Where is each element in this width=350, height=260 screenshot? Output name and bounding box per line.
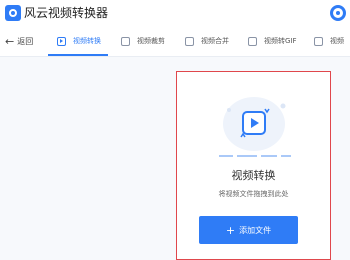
tab-label: 视频转GIF — [264, 37, 297, 45]
tab-video-gif[interactable]: 视频转GIF — [248, 33, 297, 49]
settings-circle-icon[interactable] — [330, 5, 346, 21]
tab-video-merge[interactable]: 视频合并 — [185, 33, 229, 49]
active-tab-underline — [48, 54, 108, 56]
video-converter-logo-icon — [5, 5, 21, 21]
plus-icon: + — [225, 223, 236, 237]
tab-video-crop[interactable]: 视频裁剪 — [121, 33, 165, 49]
file-drop-zone[interactable]: 视频转换 将视频文件拖拽到此处 + 添加文件 — [176, 71, 331, 260]
back-arrow-icon: ← — [5, 34, 15, 48]
video-convert-illustration-icon — [219, 97, 291, 157]
add-file-label: 添加文件 — [239, 225, 272, 235]
tab-video-image[interactable]: 视频 — [314, 33, 344, 49]
title-bar: 风云视频转换器 — [0, 0, 350, 26]
tab-label: 视频合并 — [201, 37, 229, 45]
back-label: 返回 — [17, 36, 34, 46]
app-title: 风云视频转换器 — [24, 6, 109, 20]
video-convert-icon — [57, 36, 66, 46]
video-gif-icon — [248, 36, 257, 46]
tab-label: 视频 — [330, 37, 344, 45]
tab-label: 视频转换 — [73, 37, 101, 45]
video-crop-icon — [121, 36, 130, 46]
back-button[interactable]: ← 返回 — [5, 33, 33, 49]
tab-label: 视频裁剪 — [137, 37, 165, 45]
add-file-button[interactable]: + 添加文件 — [199, 216, 298, 244]
video-image-icon — [314, 36, 323, 46]
drop-zone-subtitle: 将视频文件拖拽到此处 — [218, 190, 289, 198]
drop-zone-title: 视频转换 — [231, 169, 276, 182]
toolbar: ← 返回 视频转换 视频裁剪 视频合并 视频转GIF 视频 — [0, 26, 350, 57]
video-merge-icon — [185, 36, 194, 46]
tab-video-convert[interactable]: 视频转换 — [57, 33, 101, 49]
